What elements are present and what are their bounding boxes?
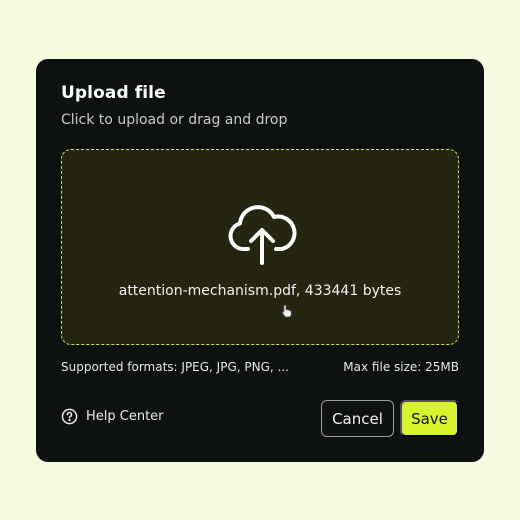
selected-file-info: attention-mechanism.pdf, 433441 bytes	[118, 283, 402, 299]
hand-pointer-icon	[282, 304, 292, 318]
save-button[interactable]: Save	[400, 400, 459, 437]
max-file-size: Max file size: 25MB	[343, 360, 459, 374]
supported-formats: Supported formats: JPEG, JPG, PNG, ...	[61, 360, 289, 374]
dialog-title: Upload file	[61, 83, 166, 103]
upload-dialog: Upload file Click to upload or drag and …	[36, 59, 484, 462]
dialog-subtitle: Click to upload or drag and drop	[61, 112, 288, 128]
upload-dropzone[interactable]: attention-mechanism.pdf, 433441 bytes	[61, 149, 459, 345]
help-center-link[interactable]: Help Center	[61, 408, 164, 425]
cancel-button[interactable]: Cancel	[321, 400, 394, 437]
help-center-label: Help Center	[86, 409, 164, 424]
cloud-upload-icon	[228, 205, 297, 265]
question-circle-icon	[61, 408, 78, 425]
